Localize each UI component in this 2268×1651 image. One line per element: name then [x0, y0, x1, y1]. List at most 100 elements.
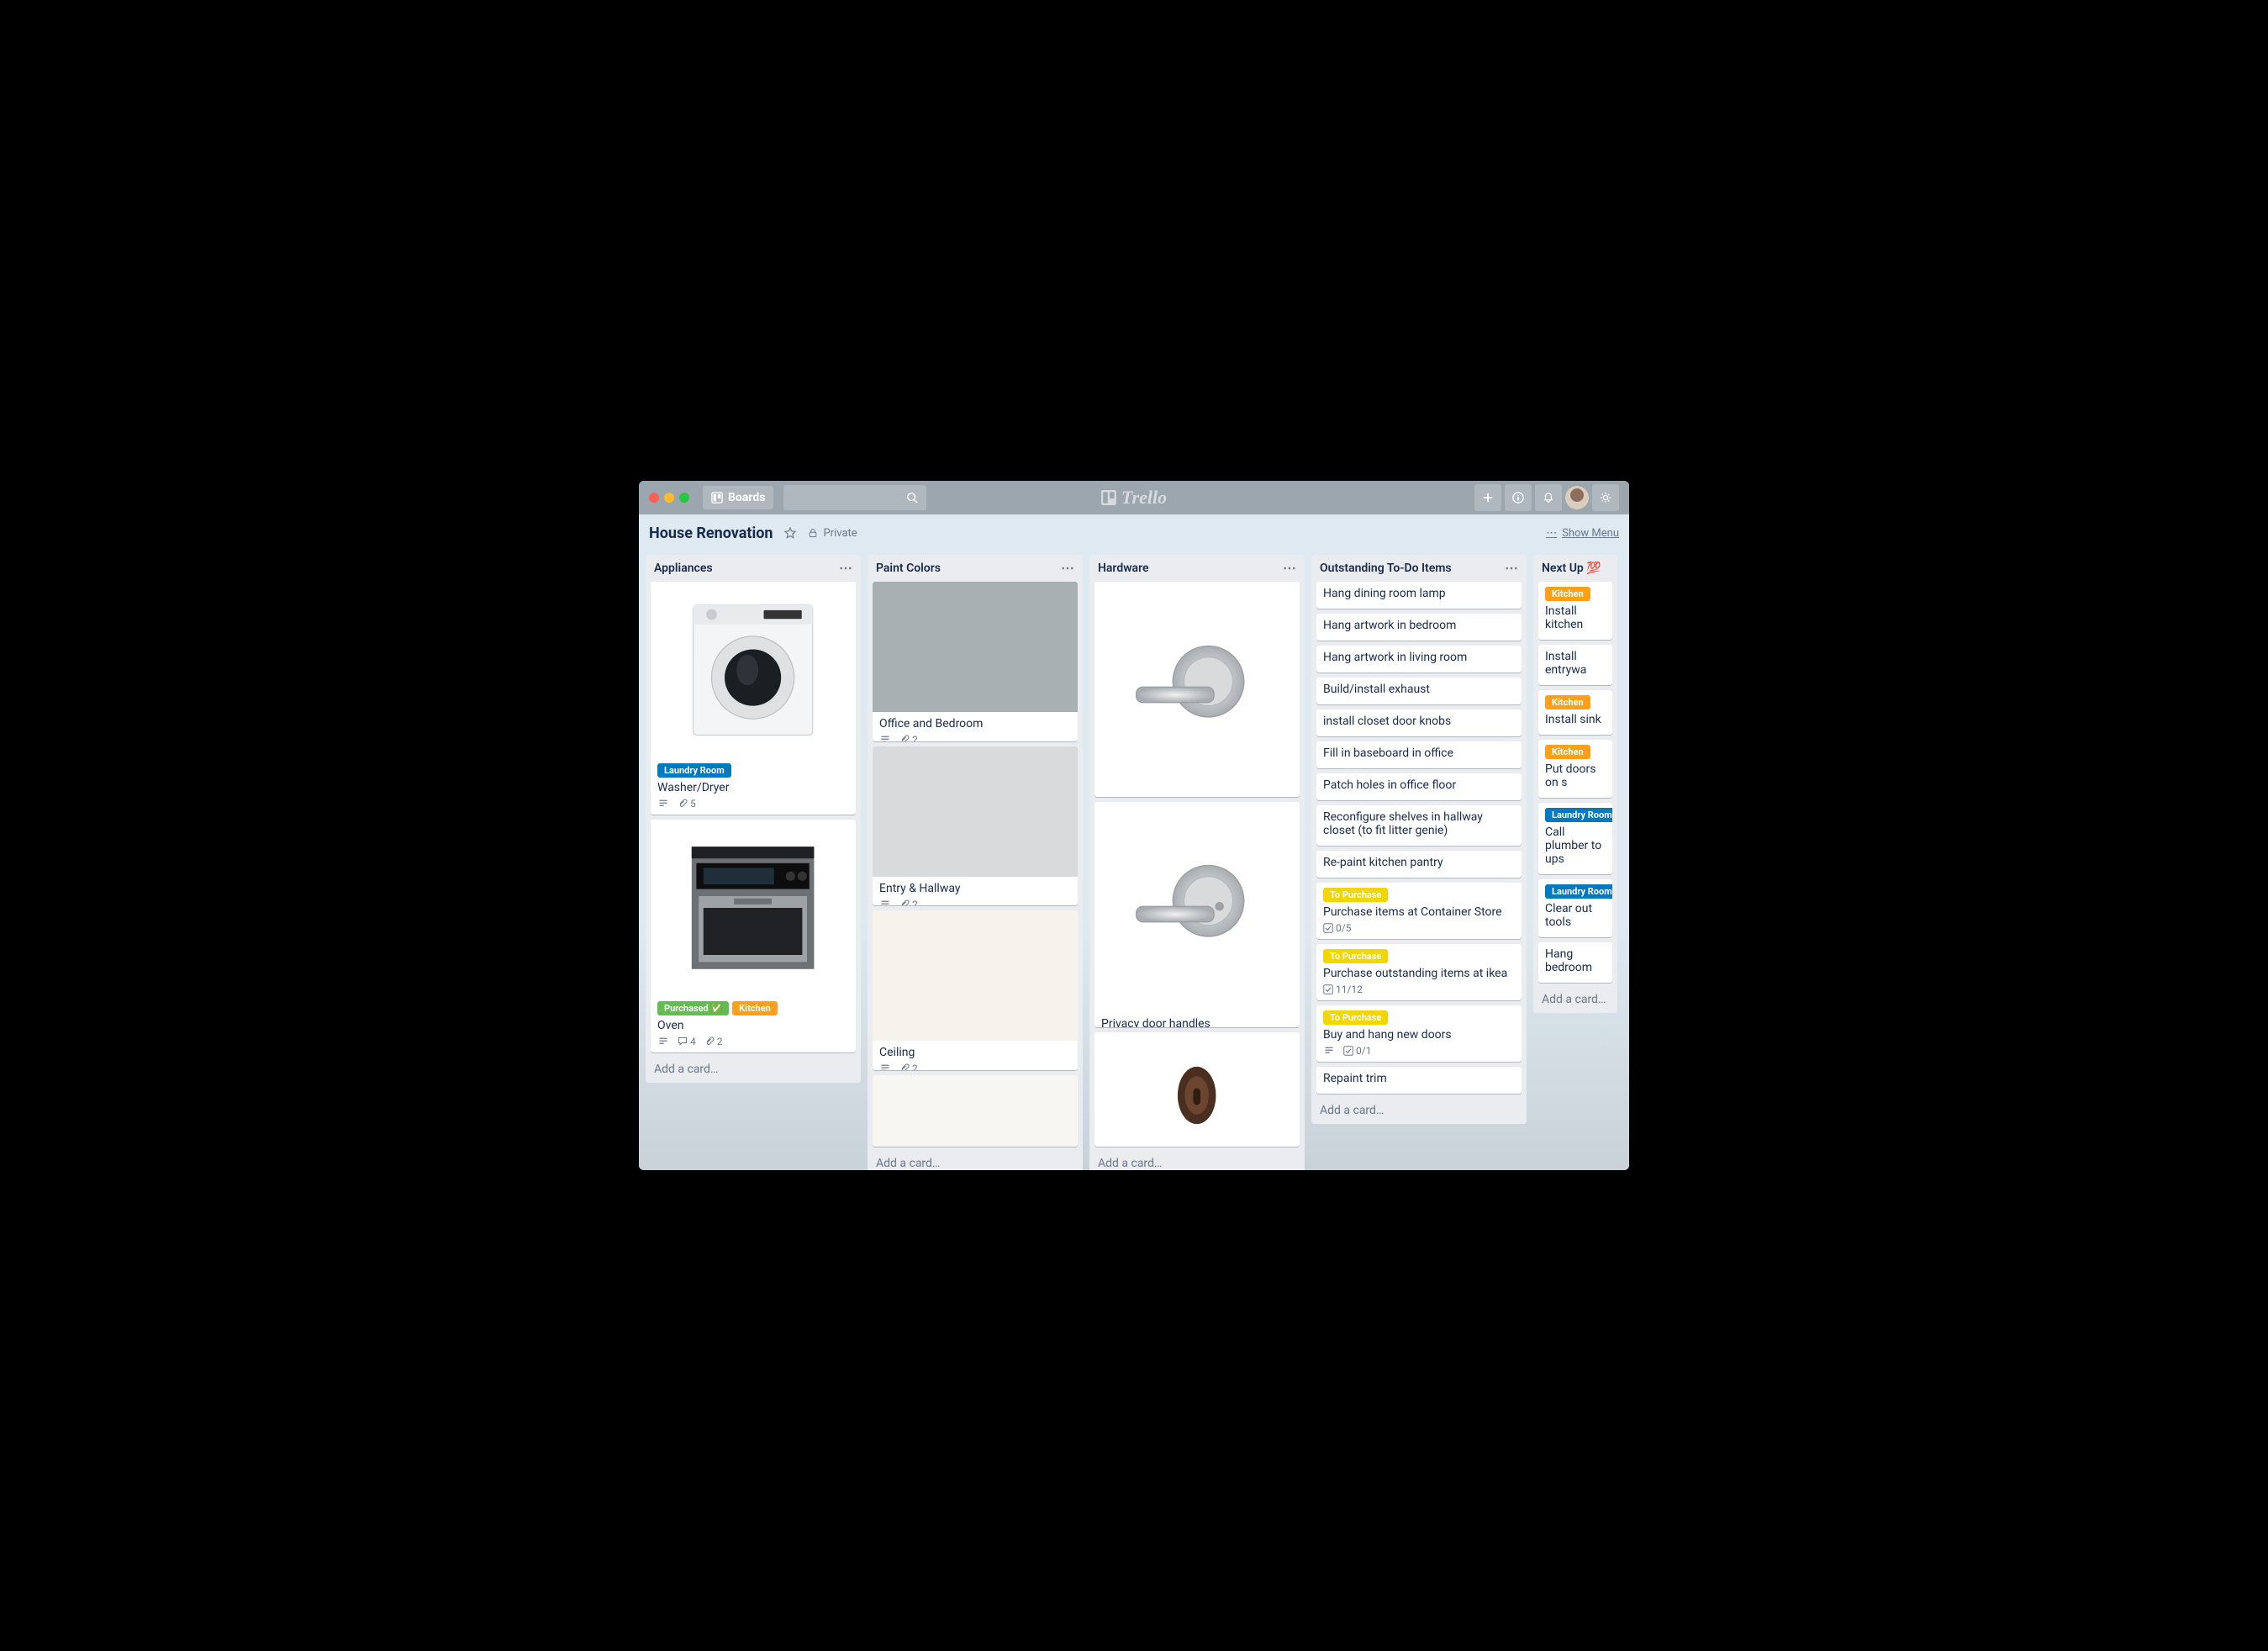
card-body: To Purchase Purchase outstanding items at… — [1316, 944, 1522, 1000]
card[interactable] — [1094, 1032, 1300, 1147]
create-button[interactable] — [1474, 484, 1501, 511]
card[interactable]: To PurchasePurchase items at Container S… — [1316, 883, 1522, 939]
add-card-button[interactable]: Add a card… — [868, 1150, 1083, 1170]
card-title: Ceiling — [879, 1046, 1071, 1059]
card[interactable]: install closet door knobs — [1316, 709, 1522, 736]
card-body: Passage door handles — [1094, 792, 1300, 797]
card-label[interactable]: Laundry Room — [1545, 808, 1612, 822]
card[interactable]: Patch holes in office floor — [1316, 773, 1522, 800]
attachment-badge: 2 — [899, 734, 918, 741]
card[interactable]: Fill in baseboard in office — [1316, 741, 1522, 768]
card[interactable]: KitchenInstall sink — [1538, 690, 1612, 735]
color-swatch — [873, 746, 1078, 877]
card-body: Hang dining room lamp — [1316, 582, 1522, 609]
card[interactable]: Hang bedroom — [1538, 942, 1612, 983]
board-title[interactable]: House Renovation — [649, 525, 773, 542]
list-header[interactable]: Hardware ⋯ — [1089, 555, 1305, 578]
list-menu-button[interactable]: ⋯ — [1061, 562, 1074, 575]
info-button[interactable] — [1505, 484, 1532, 511]
card-title: Clear out tools — [1545, 902, 1606, 929]
card-badges: 11/12 — [1323, 984, 1515, 995]
card[interactable]: Passage door handles — [1094, 582, 1300, 797]
card-title: Call plumber to ups — [1545, 826, 1606, 866]
add-card-button[interactable]: Add a card… — [1533, 986, 1617, 1013]
show-menu-label: Show Menu — [1562, 527, 1619, 540]
list-menu-button[interactable]: ⋯ — [1505, 562, 1518, 575]
cards-container: KitchenInstall kitchen Install entrywa Kit… — [1533, 578, 1617, 986]
attachment-badge: 2 — [704, 1036, 723, 1047]
list-header[interactable]: Next Up 💯 — [1533, 555, 1617, 578]
card-cover-image — [1094, 582, 1300, 792]
card-label[interactable]: Laundry Room — [657, 763, 731, 778]
card-label[interactable]: To Purchase — [1323, 1010, 1388, 1025]
list-menu-button[interactable]: ⋯ — [1283, 562, 1296, 575]
list: Hardware ⋯ Passage door handles Privacy do… — [1089, 555, 1305, 1170]
visibility-indicator[interactable]: Private — [808, 527, 857, 540]
add-card-button[interactable]: Add a card… — [646, 1056, 861, 1083]
card-cover-image — [1094, 802, 1300, 1012]
card-title: Purchase outstanding items at ikea — [1323, 967, 1515, 980]
card-body: Hang bedroom — [1538, 942, 1612, 983]
topbar-right — [1474, 484, 1619, 511]
user-avatar[interactable] — [1565, 486, 1589, 509]
maximize-window[interactable] — [679, 493, 689, 503]
card[interactable]: Hang dining room lamp — [1316, 582, 1522, 609]
card-badges: 2 — [879, 899, 1071, 906]
card[interactable]: KitchenPut doors on s — [1538, 740, 1612, 798]
card-body: To PurchaseBuy and hang new doors 0/1 — [1316, 1005, 1522, 1062]
card[interactable]: Ceiling 2 — [873, 910, 1078, 1070]
card[interactable]: To Purchase Purchase outstanding items at… — [1316, 944, 1522, 1000]
checklist-badge: 0/1 — [1343, 1045, 1371, 1057]
card[interactable]: Entry & Hallway 2 — [873, 746, 1078, 906]
add-card-button[interactable]: Add a card… — [1089, 1150, 1305, 1170]
card-body: Privacy door handles 2 — [1094, 1012, 1300, 1027]
card[interactable]: Build/install exhaust — [1316, 678, 1522, 704]
card[interactable]: Laundry RoomWasher/Dryer 5 — [651, 582, 856, 815]
card-title: Repaint trim — [1323, 1072, 1515, 1085]
card-label[interactable]: Purchased ✅ — [657, 1001, 729, 1015]
card[interactable]: Laundry Room Clear out tools — [1538, 879, 1612, 937]
card[interactable]: Re-paint kitchen pantry — [1316, 851, 1522, 878]
bell-icon — [1543, 492, 1554, 504]
boards-button[interactable]: Boards — [703, 486, 773, 509]
card-body: Laundry RoomWasher/Dryer 5 — [651, 758, 856, 815]
card[interactable]: Hang artwork in bedroom — [1316, 614, 1522, 641]
close-window[interactable] — [649, 493, 659, 503]
card[interactable]: Hang artwork in living room — [1316, 646, 1522, 673]
card-label[interactable]: Laundry Room — [1545, 884, 1612, 899]
card-label[interactable]: To Purchase — [1323, 949, 1388, 963]
card[interactable]: Install entrywa — [1538, 645, 1612, 685]
settings-button[interactable] — [1592, 484, 1619, 511]
card-title: Patch holes in office floor — [1323, 778, 1515, 792]
card-label[interactable]: Kitchen — [1545, 695, 1590, 709]
show-menu-button[interactable]: ⋯ Show Menu — [1546, 527, 1619, 540]
add-card-button[interactable]: Add a card… — [1311, 1097, 1527, 1124]
list-header[interactable]: Appliances ⋯ — [646, 555, 861, 578]
attachment-badge: 2 — [899, 899, 918, 906]
card[interactable]: Privacy door handles 2 — [1094, 802, 1300, 1027]
card-label[interactable]: Kitchen — [732, 1001, 778, 1015]
description-badge — [879, 1063, 891, 1070]
list-header[interactable]: Paint Colors ⋯ — [868, 555, 1083, 578]
card[interactable]: Laundry Room Call plumber to ups — [1538, 803, 1612, 874]
star-icon[interactable] — [784, 527, 796, 539]
card-body: Laundry Room Call plumber to ups — [1538, 803, 1612, 874]
card[interactable]: KitchenInstall kitchen — [1538, 582, 1612, 640]
card-badges: 4 2 — [657, 1036, 849, 1047]
list-header[interactable]: Outstanding To-Do Items ⋯ — [1311, 555, 1527, 578]
card[interactable]: Purchased ✅KitchenOven 4 2 — [651, 820, 856, 1052]
notifications-button[interactable] — [1535, 484, 1562, 511]
card[interactable]: Repaint trim — [1316, 1067, 1522, 1094]
card-label[interactable]: Kitchen — [1545, 587, 1590, 601]
card[interactable]: Reconfigure shelves in hallway closet (t… — [1316, 805, 1522, 846]
card[interactable]: To PurchaseBuy and hang new doors 0/1 — [1316, 1005, 1522, 1062]
list-menu-button[interactable]: ⋯ — [839, 562, 852, 575]
minimize-window[interactable] — [664, 493, 674, 503]
card[interactable]: Office and Bedroom 2 — [873, 582, 1078, 741]
card[interactable] — [873, 1075, 1078, 1147]
board-lists-area[interactable]: Appliances ⋯Laundry RoomWasher/Dryer 5Pu… — [639, 551, 1629, 1170]
search-input[interactable] — [783, 485, 926, 510]
card-label[interactable]: To Purchase — [1323, 888, 1388, 902]
card-label[interactable]: Kitchen — [1545, 745, 1590, 759]
card-title: Hang artwork in bedroom — [1323, 619, 1515, 632]
